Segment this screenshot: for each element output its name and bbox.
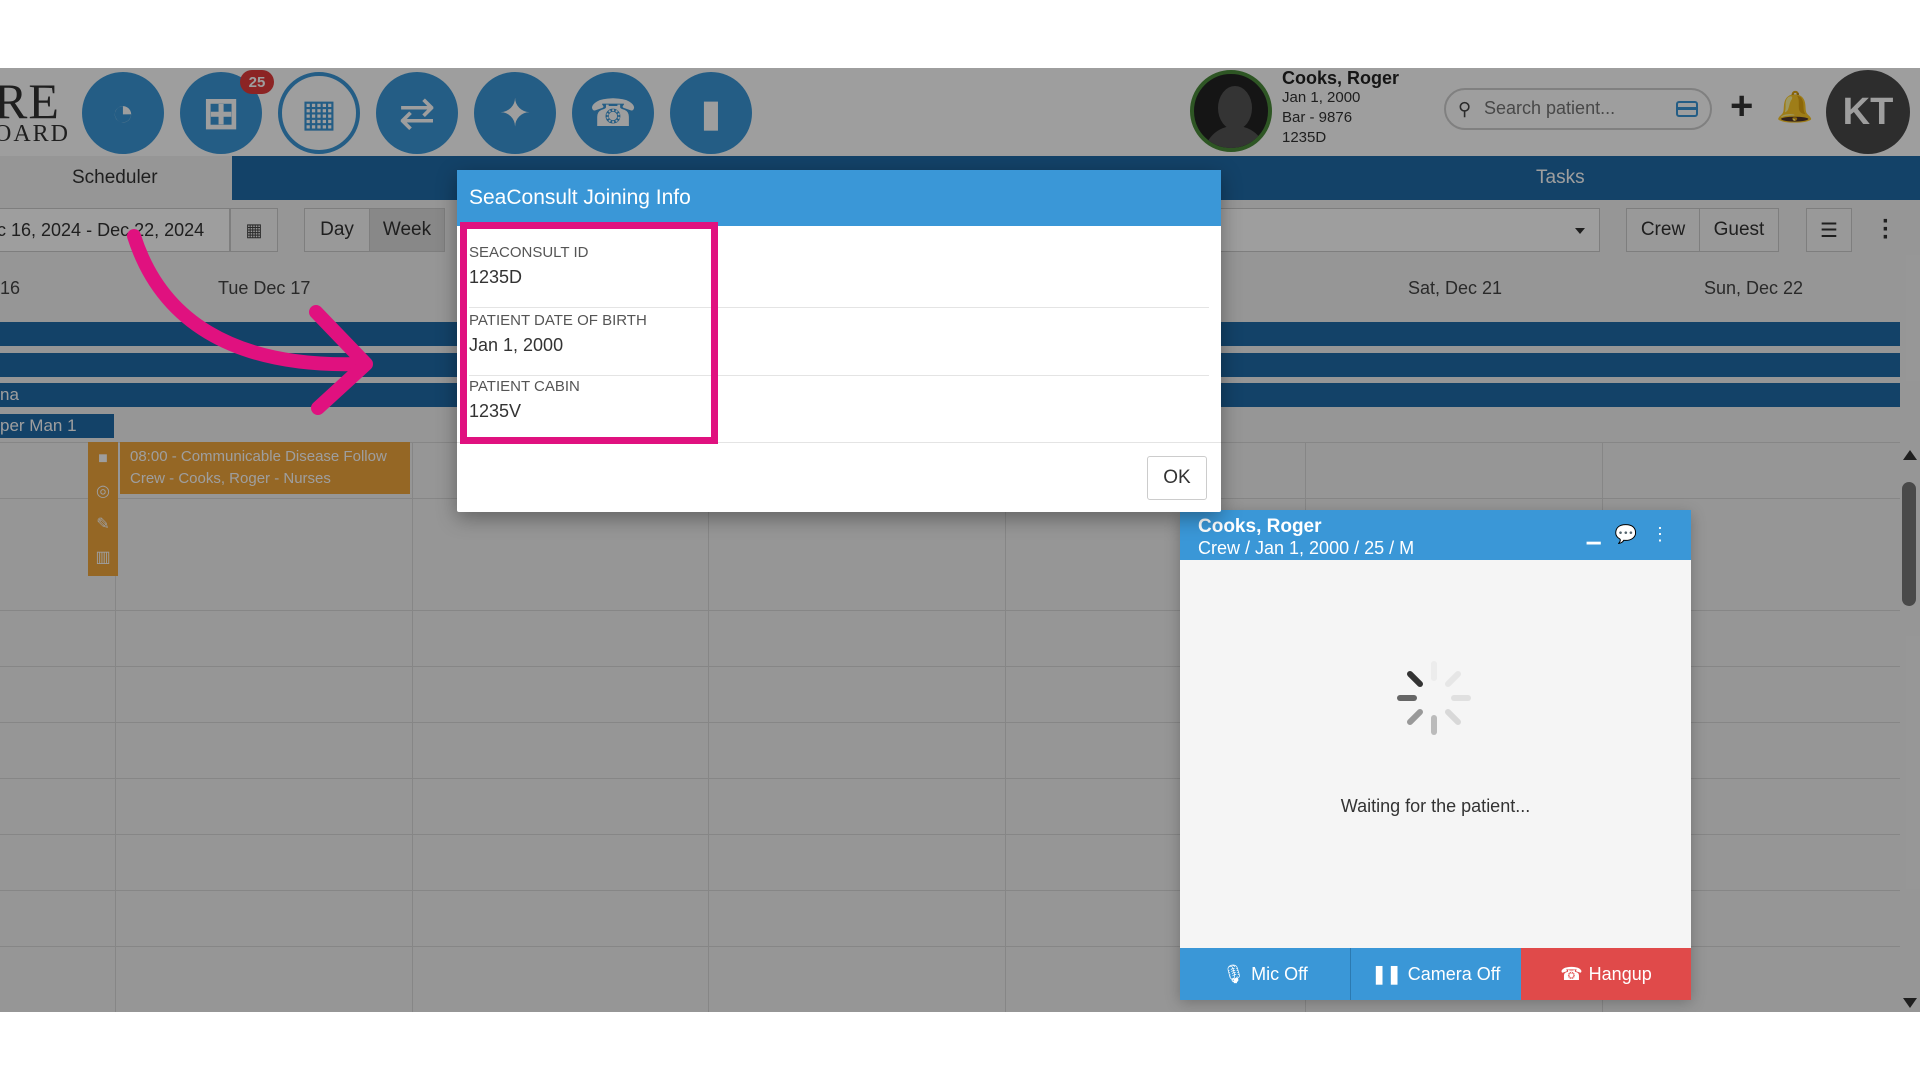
phone-down-icon: ☎ bbox=[1560, 963, 1583, 984]
more-options-icon[interactable]: ⋮ bbox=[1651, 524, 1669, 545]
pointer-arrow bbox=[127, 229, 373, 415]
app-stage: RE OARD ◔ ⊞ 25 ▦ ⇄ ✦ ☎ ▮ Cooks, Roger Ja… bbox=[0, 68, 1920, 1012]
camera-off-button[interactable]: ❚❚ Camera Off bbox=[1351, 948, 1521, 1000]
waiting-status: Waiting for the patient... bbox=[1340, 796, 1531, 816]
highlight-box bbox=[460, 222, 718, 444]
hangup-button[interactable]: ☎ Hangup bbox=[1521, 948, 1691, 1000]
video-call-panel: Cooks, Roger Crew / Jan 1, 2000 / 25 / M… bbox=[1180, 510, 1691, 1000]
ok-button[interactable]: OK bbox=[1147, 456, 1207, 500]
pause-icon: ❚❚ bbox=[1371, 963, 1402, 984]
mic-off-button[interactable]: 🎙 Mic Off bbox=[1180, 948, 1351, 1000]
minimize-icon[interactable]: ▁ bbox=[1587, 524, 1601, 545]
mic-slash-icon: 🎙 bbox=[1222, 963, 1246, 984]
chat-icon[interactable]: 💬 bbox=[1615, 524, 1637, 545]
modal-title: SeaConsult Joining Info bbox=[457, 170, 1221, 226]
loading-spinner-icon bbox=[1397, 661, 1471, 735]
